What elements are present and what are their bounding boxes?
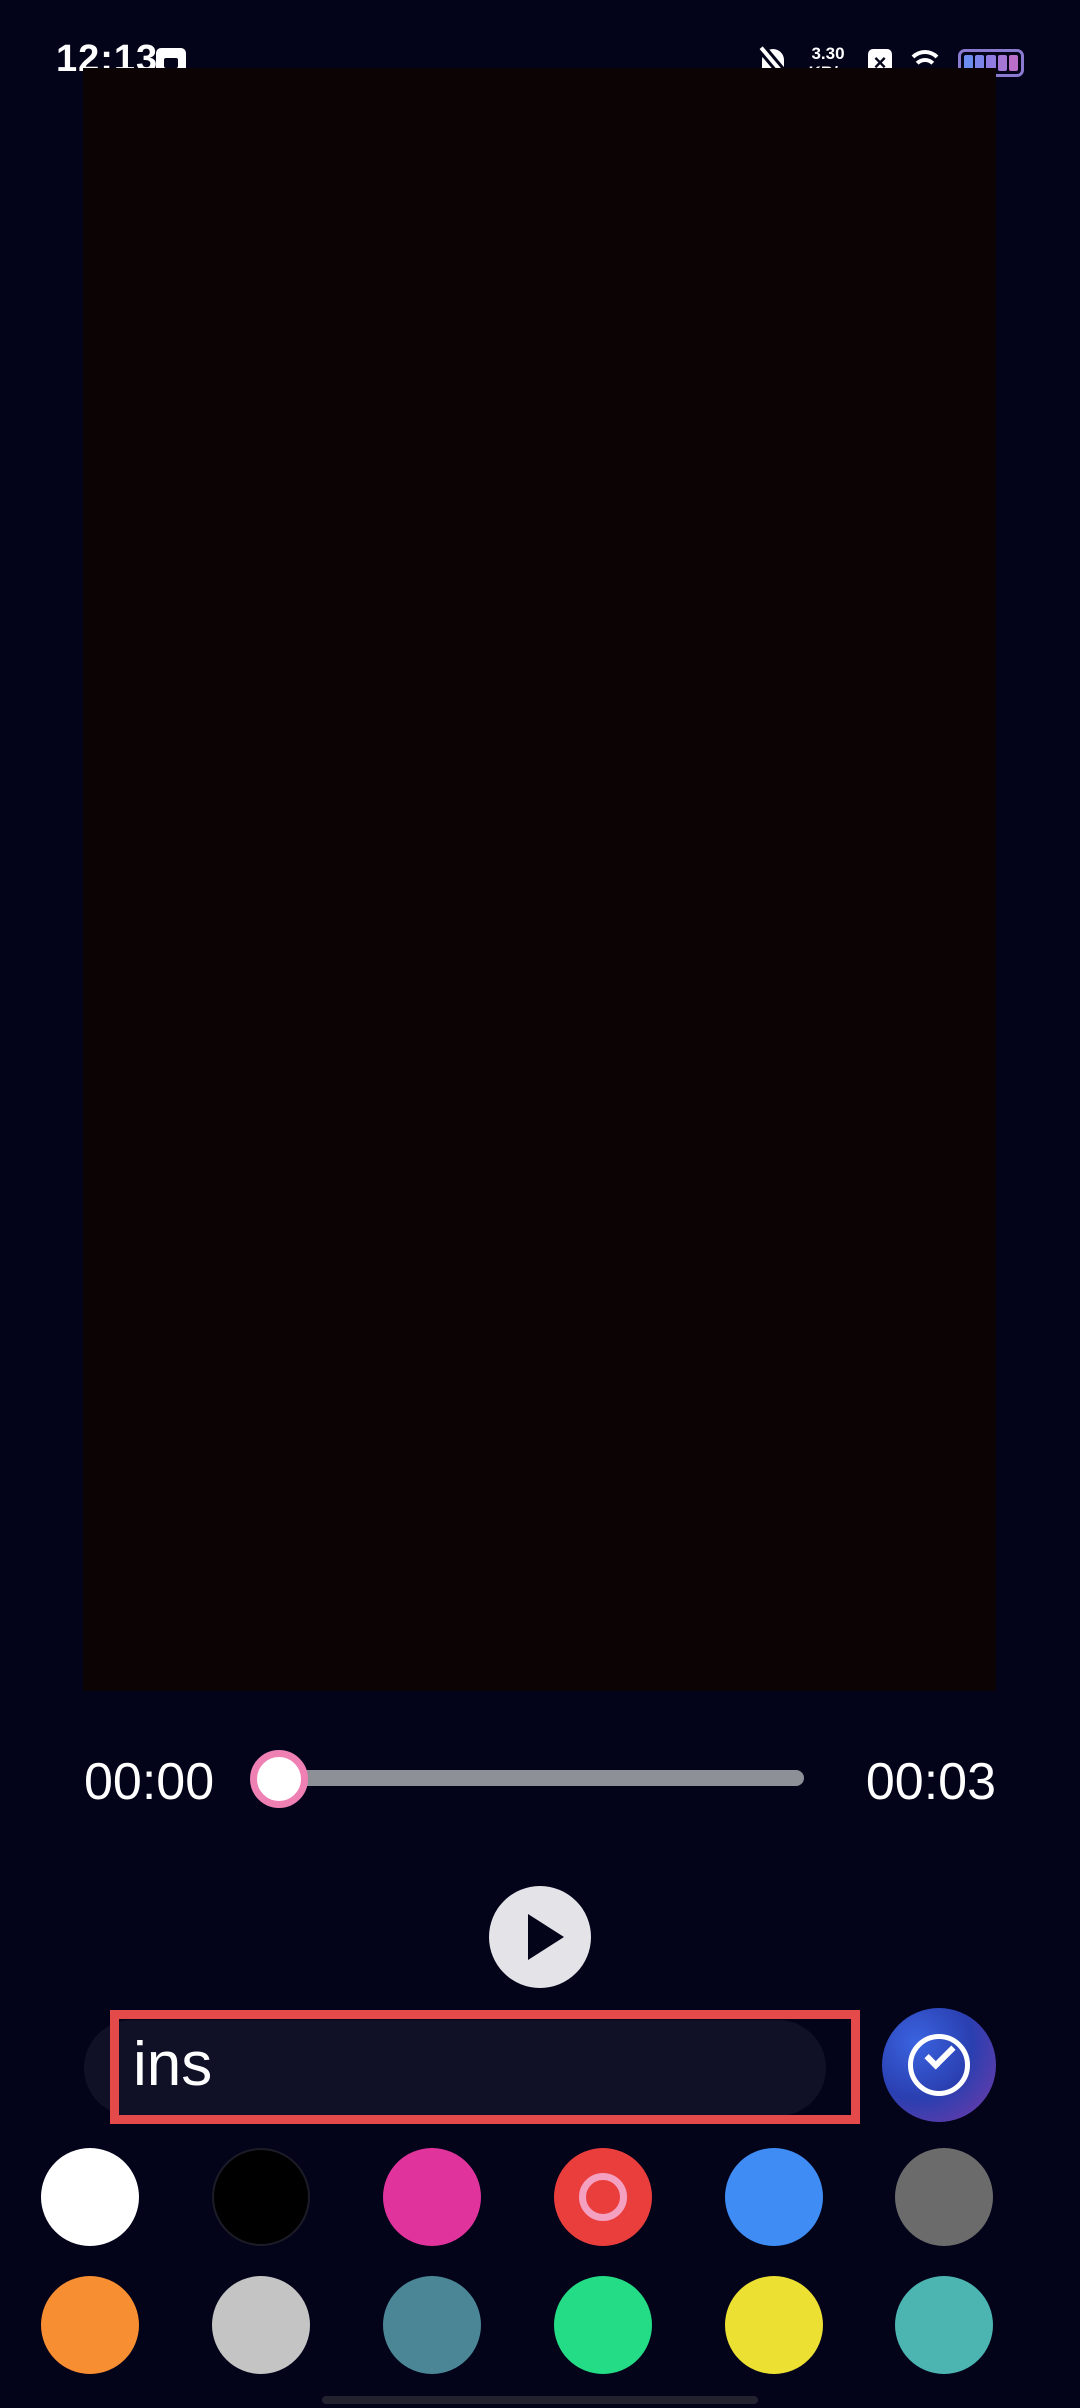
color-swatch[interactable] <box>212 2276 310 2374</box>
text-input[interactable] <box>110 2010 860 2124</box>
total-time: 00:03 <box>865 1753 996 1811</box>
color-swatch[interactable] <box>895 2276 993 2374</box>
network-speed-value: 3.30 <box>811 44 845 63</box>
play-icon <box>528 1914 564 1960</box>
color-swatch[interactable] <box>212 2148 310 2246</box>
confirm-button[interactable] <box>882 2008 996 2122</box>
color-swatch[interactable] <box>554 2276 652 2374</box>
seek-bar-track[interactable] <box>280 1770 804 1786</box>
color-swatch[interactable] <box>725 2276 823 2374</box>
play-button[interactable] <box>489 1886 591 1988</box>
color-swatch[interactable] <box>383 2148 481 2246</box>
seek-bar-thumb[interactable] <box>250 1750 308 1808</box>
color-swatch[interactable] <box>383 2276 481 2374</box>
color-swatch[interactable] <box>725 2148 823 2246</box>
color-swatch[interactable] <box>41 2148 139 2246</box>
video-preview[interactable] <box>83 68 996 1691</box>
home-indicator <box>322 2396 758 2404</box>
color-swatch[interactable] <box>895 2148 993 2246</box>
color-swatch[interactable] <box>554 2148 652 2246</box>
current-time: 00:00 <box>84 1753 215 1811</box>
color-swatch[interactable] <box>41 2276 139 2374</box>
